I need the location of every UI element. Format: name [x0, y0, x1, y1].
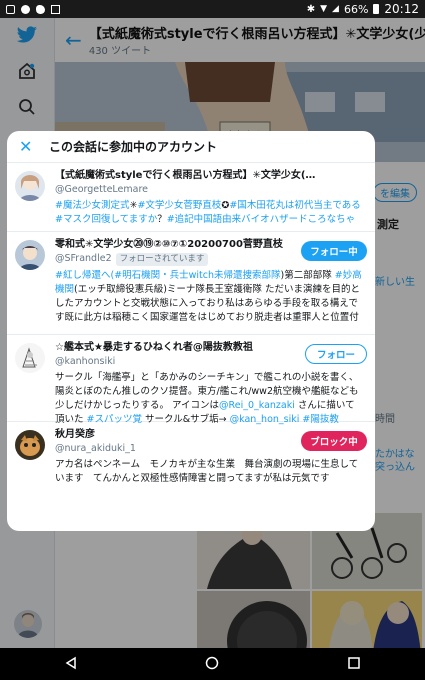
account-row[interactable]: 零和式✳文学少女⑳⑲②⑩⑦①20200700菅野直枝 @SFrandle2 フォロ… [7, 232, 375, 335]
account-row[interactable]: 秋月癸彦 @nura_akiduki_1 アカ名はペンネーム モノカキが主な生業… [7, 422, 375, 500]
nav-recents-icon[interactable] [347, 655, 361, 674]
nav-home-icon[interactable] [205, 655, 219, 674]
following-button[interactable]: フォロー中 [301, 241, 367, 261]
bio-link[interactable]: #国木田花丸は初代当主である [229, 200, 360, 211]
signal-icon: ▼ [320, 4, 328, 14]
account-bio: #紅し帰還へ(#明石機関・兵士witch未帰還捜索部隊)第二部部隊 #妙高機関(… [55, 269, 367, 325]
bio-link[interactable]: @Rei_0_kanzaki [219, 400, 295, 411]
account-row[interactable]: ☆艦本式★暴走するひねくれ者@陽抜教教祖 @kanhonsiki サークル「海艦… [7, 335, 375, 425]
twitter-notification-icon [36, 4, 45, 14]
account-name[interactable]: 秋月癸彦 [55, 428, 320, 442]
bio-link[interactable]: #マスク回復してますか [55, 214, 157, 225]
cell-signal-icon: ◢ [332, 4, 339, 14]
bio-text: )第二部部隊 [280, 270, 335, 281]
bio-text: ？ [157, 214, 167, 225]
close-icon[interactable]: ✕ [19, 137, 49, 156]
notification-icon [21, 4, 30, 14]
account-avatar[interactable] [15, 171, 45, 201]
bio-link[interactable]: #明石機関・兵士witch未帰還捜索部隊 [114, 270, 280, 281]
account-avatar[interactable] [15, 240, 45, 270]
notification-icon [51, 4, 60, 14]
account-name[interactable]: ☆艦本式★暴走するひねくれ者@陽抜教教祖 [55, 341, 320, 355]
nav-back-icon[interactable] [64, 655, 78, 674]
follow-button[interactable]: フォロー [305, 344, 367, 364]
account-bio: #魔法少女測定式✳#文学少女菅野直枝✪#国木田花丸は初代当主である #マスク回復… [55, 199, 367, 227]
clock: 20:12 [384, 2, 419, 16]
account-name[interactable]: 零和式✳文学少女⑳⑲②⑩⑦①20200700菅野直枝 [55, 238, 320, 252]
dialog-title: この会話に参加中のアカウント [49, 140, 218, 154]
bluetooth-icon: ✱ [306, 3, 316, 15]
status-bar: ✱ ▼ ◢ 66% 20:12 [0, 0, 425, 18]
account-bio: サークル「海艦亭」と「あかみのシーチキン」で艦これの小説を書く、陽炎とぼのたん推… [55, 371, 367, 427]
battery-icon [373, 4, 380, 14]
account-row[interactable]: 【式紙魔術式styleで行く根雨呂い方程式】✳文学少女(少女測定式・魔法少 @G… [7, 163, 375, 232]
bio-link[interactable]: #紅し帰還へ( [55, 270, 114, 281]
follows-you-badge: フォローされています [115, 253, 209, 266]
bio-link[interactable]: #魔法少女測定式 [55, 200, 129, 211]
notification-icon [6, 4, 15, 14]
battery-percent: 66% [343, 2, 369, 16]
system-nav-bar [0, 648, 425, 680]
account-avatar[interactable] [15, 430, 45, 460]
bio-link[interactable]: #文学少女菅野直枝 [137, 200, 221, 211]
account-handle: @SFrandle2 [55, 253, 112, 264]
conversation-participants-dialog: ✕ この会話に参加中のアカウント 【式紙魔術式styleで行く根雨呂い方程式】✳… [7, 131, 375, 531]
bio-text: アカ名はペンネーム モノカキが主な生業 舞台演劇の現場に生息しています てんかん… [55, 459, 359, 484]
account-bio: アカ名はペンネーム モノカキが主な生業 舞台演劇の現場に生息しています てんかん… [55, 458, 367, 486]
bio-text: (エッチ取締役憲兵級)ミーナ隊長王室護衛隊 ただいま演練を目的としたアカウントと… [55, 284, 360, 323]
account-avatar[interactable] [15, 343, 45, 373]
blocked-button[interactable]: ブロック中 [301, 431, 367, 451]
account-handle: @GeorgetteLemare [55, 184, 149, 195]
dialog-header: ✕ この会話に参加中のアカウント [7, 131, 375, 163]
account-name[interactable]: 【式紙魔術式styleで行く根雨呂い方程式】✳文学少女(少女測定式・魔法少 [55, 169, 320, 183]
